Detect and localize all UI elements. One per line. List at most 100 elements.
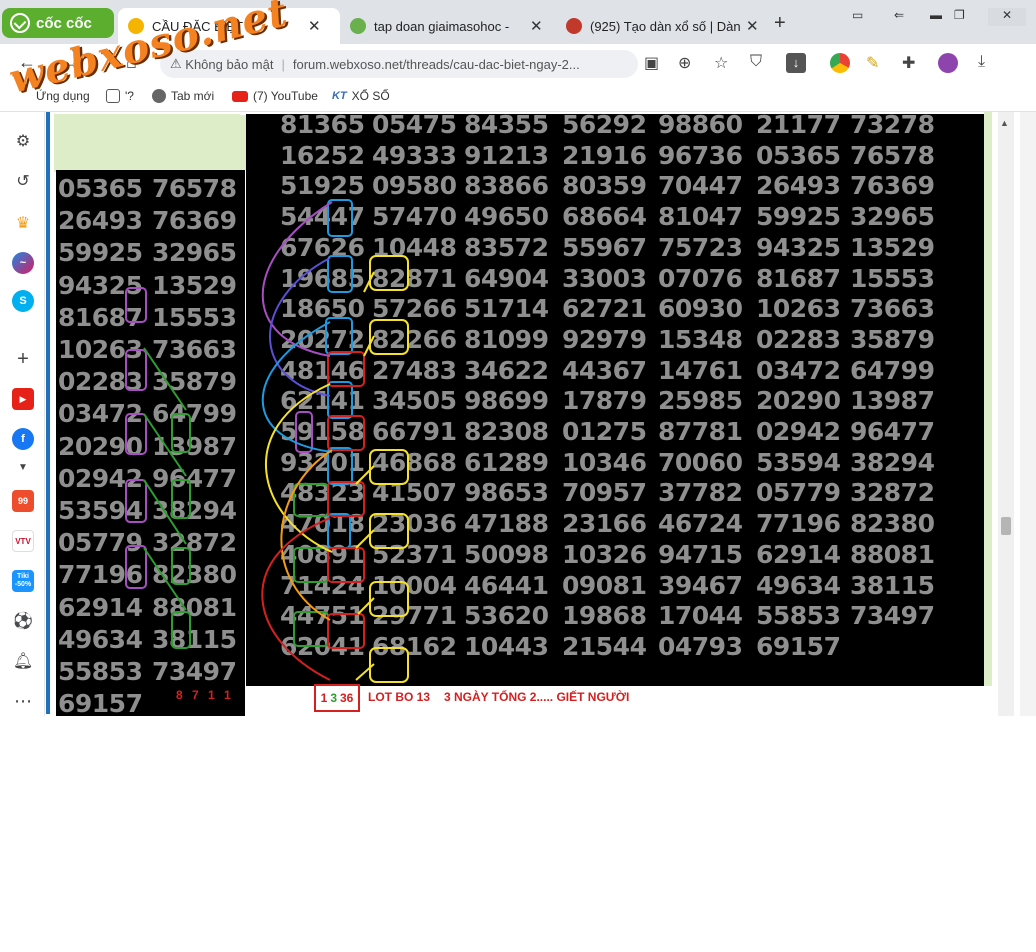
lottery-number: 93201 (280, 447, 365, 477)
lottery-number: 38115 (152, 624, 237, 654)
history-icon[interactable]: ↺ (12, 170, 34, 192)
lottery-number: 09580 (372, 171, 457, 201)
close-window-button[interactable]: ✕ (988, 8, 1026, 26)
lottery-number: 73278 (850, 110, 935, 139)
youtube-sidebar-icon[interactable]: ▶ (12, 388, 34, 410)
pencil-icon[interactable]: ✎ (866, 53, 879, 73)
lottery-number: 94325 (756, 232, 841, 262)
caption-lot: LOT BO 13 (368, 690, 431, 704)
screenshot-icon[interactable]: ▣ (644, 53, 659, 73)
extension-color-icon[interactable] (830, 53, 850, 73)
zoom-icon[interactable]: ⊕ (678, 53, 691, 73)
lottery-number: 09081 (562, 570, 647, 600)
lottery-number: 83572 (464, 232, 549, 262)
download-video-icon[interactable]: ↓ (786, 53, 806, 73)
lottery-number: 66791 (372, 417, 457, 446)
crown-icon[interactable]: ♛ (12, 212, 34, 234)
downloads-icon[interactable]: ⤓ (978, 53, 985, 71)
tab-search-icon[interactable]: ▭ (852, 8, 863, 22)
shield-icon[interactable]: ⛉ (750, 53, 762, 71)
lottery-number: 77196 (756, 509, 841, 539)
scroll-up-icon[interactable]: ▲ (1000, 118, 1009, 128)
lottery-number: 71424 (280, 570, 365, 600)
lottery-number: 35879 (850, 324, 935, 354)
lottery-number: 55853 (58, 657, 143, 686)
settings-gear-icon[interactable]: ⚙ (12, 130, 34, 152)
lottery-number: 88081 (850, 539, 935, 569)
lottery-number: 05779 (756, 478, 841, 508)
add-sidebar-icon[interactable]: + (12, 348, 34, 370)
lottery-number: 15348 (658, 324, 743, 354)
restore-button[interactable]: ❐ (954, 8, 965, 22)
chevron-down-icon[interactable]: ▼ (12, 456, 34, 478)
lottery-number: 55853 (756, 601, 841, 631)
lottery-number: 59925 (58, 238, 143, 268)
lottery-number: 49333 (372, 140, 457, 170)
lottery-number: 70060 (658, 447, 743, 477)
bookmark-star-icon[interactable]: ☆ (714, 53, 728, 73)
address-bar[interactable]: ⚠ Không bảo mật | forum.webxoso.net/thre… (160, 50, 638, 78)
youtube-icon (232, 90, 248, 102)
lottery-number: 69157 (756, 631, 841, 661)
lottery-number: 98699 (464, 386, 549, 416)
lottery-number: 10263 (58, 335, 143, 364)
lottery-number: 73663 (152, 335, 237, 364)
bookmark-folder[interactable]: '? (106, 89, 134, 103)
lottery-number: 81687 (58, 302, 143, 332)
lottery-number: 32872 (152, 528, 237, 558)
close-tab-icon[interactable]: ✕ (530, 17, 543, 35)
lottery-number: 98653 (464, 478, 549, 508)
football-icon[interactable]: ⚽ (12, 610, 34, 632)
facebook-icon[interactable]: f (12, 428, 34, 450)
extensions-puzzle-icon[interactable]: ✚ (902, 53, 915, 73)
skype-icon[interactable]: S (12, 290, 34, 312)
notification-bell-icon[interactable]: 🔔︎ (12, 650, 34, 672)
lottery-number: 82871 (372, 263, 457, 293)
lottery-number: 52371 (372, 539, 457, 569)
more-options-icon[interactable]: ⋯ (12, 690, 34, 712)
lottery-number: 61289 (464, 447, 549, 477)
close-tab-icon[interactable]: ✕ (746, 17, 759, 35)
page-bottom (0, 716, 1036, 952)
lottery-number: 20290 (756, 386, 841, 416)
tab-tao-dan-xo-so[interactable]: (925) Tạo dàn xổ số | Dàn ✕ (556, 8, 770, 44)
lottery-number: 53594 (756, 447, 841, 477)
lottery-number: 26493 (58, 206, 143, 236)
tab-giaimasohoc[interactable]: tap doan giaimasohoc - ✕ (340, 8, 554, 44)
lottery-number: 10448 (372, 232, 457, 262)
lottery-number: 02942 (756, 417, 841, 446)
lottery-number: 81047 (658, 202, 743, 232)
lottery-number: 82380 (850, 509, 935, 539)
vtv-icon[interactable]: VTV (12, 530, 34, 552)
bookmarks-bar: Ứng dụng '? Tab mới (7) YouTube KT XỔ SỐ (0, 82, 1036, 112)
lottery-number: 76578 (850, 140, 935, 170)
lottery-number: 13529 (152, 270, 237, 300)
forum-favicon-icon (350, 18, 366, 34)
lottery-number: 38294 (152, 496, 237, 525)
lottery-number: 18650 (280, 294, 365, 324)
page-scrollbar[interactable]: ▲ (998, 112, 1014, 716)
bookmark-youtube[interactable]: (7) YouTube (232, 89, 318, 103)
lottery-number: 53594 (58, 496, 143, 525)
shopee-icon[interactable]: 99 (12, 490, 34, 512)
new-tab-button[interactable]: + (774, 12, 786, 35)
lottery-number: 33003 (562, 263, 647, 293)
lottery-number: 10346 (562, 447, 647, 477)
scroll-thumb[interactable] (1001, 517, 1011, 535)
lottery-number: 46868 (372, 447, 457, 477)
bookmark-new-tab[interactable]: Tab mới (152, 89, 214, 103)
minimize-button[interactable]: ▬ (930, 8, 942, 22)
tiki-icon[interactable]: Tiki -50% (12, 570, 34, 592)
lottery-number: 76578 (152, 174, 237, 203)
outer-scrollbar[interactable] (1020, 112, 1036, 767)
messenger-icon[interactable]: ~ (12, 252, 34, 274)
bookmark-xoso[interactable]: KT XỔ SỐ (332, 89, 390, 103)
lottery-number: 21916 (562, 140, 647, 170)
lottery-number: 03472 (756, 355, 841, 385)
back-arrow-icon[interactable]: ⇐ (894, 8, 904, 22)
lottery-number: 15553 (850, 263, 935, 293)
profile-avatar[interactable] (938, 53, 958, 73)
lottery-number: 98860 (658, 110, 743, 139)
close-tab-icon[interactable]: ✕ (308, 17, 321, 35)
lottery-number: 68664 (562, 202, 647, 232)
